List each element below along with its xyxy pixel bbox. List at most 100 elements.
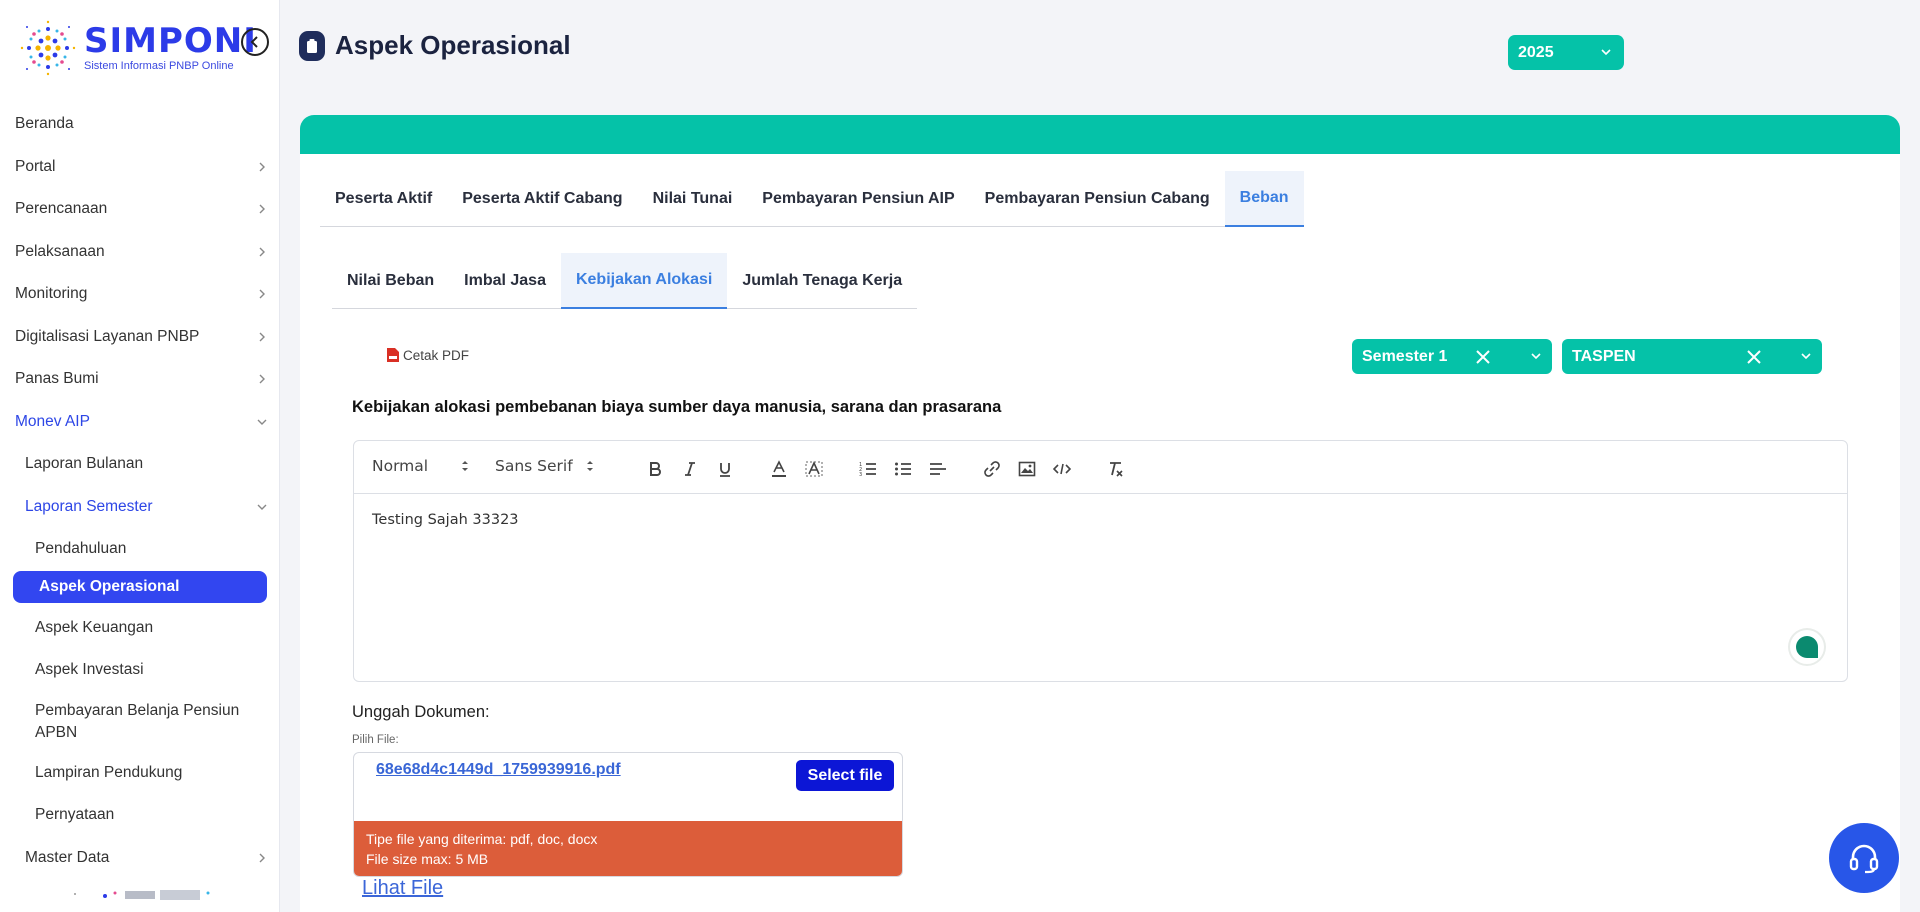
support-chat-button[interactable] [1829,823,1899,893]
link-button[interactable] [981,458,1003,480]
writing-assistant-icon[interactable] [1790,630,1824,664]
chevron-right-icon [259,204,265,214]
brand-subtitle: Sistem Informasi PNBP Online [84,60,234,72]
pdf-file-icon [387,348,399,362]
link-icon [984,461,1000,477]
sidebar-item-portal[interactable]: Portal [0,146,279,189]
tab-peserta-aktif[interactable]: Peserta Aktif [320,171,447,227]
bullet-list-button[interactable] [892,458,914,480]
upload-label: Unggah Dokumen: [352,703,490,721]
align-button[interactable] [927,458,949,480]
updown-icon [462,461,469,471]
semester-select[interactable]: Semester 1 [1352,339,1552,374]
chevron-down-icon [1531,353,1541,360]
tab-imbal-jasa[interactable]: Imbal Jasa [449,253,561,309]
code-button[interactable] [1051,458,1073,480]
view-file-link[interactable]: Lihat File [362,877,443,900]
year-select[interactable]: 2025 [1508,35,1624,70]
sidebar-item-laporan-semester[interactable]: Laporan Semester [0,486,279,529]
tab-pembayaran-pensiun-aip[interactable]: Pembayaran Pensiun AIP [747,171,969,227]
rich-text-editor[interactable]: Normal Sans Serif 123 Testing Sajah 3332… [353,440,1848,682]
bullet-list-icon [895,462,911,476]
text-color-icon [772,460,786,477]
clear-format-button[interactable] [1105,458,1127,480]
sidebar-collapse-button[interactable] [241,28,269,56]
underline-icon [720,463,730,477]
clear-icon[interactable] [1745,348,1763,366]
chevron-down-icon [1801,353,1811,360]
tab-jumlah-tenaga-kerja[interactable]: Jumlah Tenaga Kerja [727,253,917,309]
print-pdf-button[interactable]: Cetak PDF [386,347,469,363]
tab-peserta-aktif-cabang[interactable]: Peserta Aktif Cabang [447,171,637,227]
tab-pembayaran-pensiun-cabang[interactable]: Pembayaran Pensiun Cabang [970,171,1225,227]
sidebar-item-panas-bumi[interactable]: Panas Bumi [0,358,279,401]
image-icon [1018,461,1036,477]
code-icon [1053,463,1071,475]
ordered-list-icon: 123 [859,462,876,477]
file-size-hint: File size max: 5 MB [366,851,489,867]
font-select-value: Sans Serif [495,457,573,475]
sidebar-item-aspek-keuangan[interactable]: Aspek Keuangan [0,607,279,650]
sidebar-item-laporan-bulanan[interactable]: Laporan Bulanan [0,443,279,486]
sidebar-item-label: Laporan Semester [25,497,153,515]
sidebar-menu: Beranda Portal Perencanaan Pelaksanaan M… [0,103,279,880]
entity-select-value: TASPEN [1572,347,1636,365]
page-title: Aspek Operasional [335,30,571,60]
semester-select-value: Semester 1 [1362,347,1448,365]
sidebar-item-label: Aspek Keuangan [35,618,154,636]
chevron-down-icon [257,504,267,510]
image-button[interactable] [1016,458,1038,480]
chevron-right-icon [259,332,265,342]
tab-kebijakan-alokasi[interactable]: Kebijakan Alokasi [560,253,728,309]
sidebar-item-label: Aspek Investasi [35,661,144,679]
sidebar-item-digitalisasi[interactable]: Digitalisasi Layanan PNBP [0,316,279,359]
sidebar-item-label: Lampiran Pendukung [35,763,183,781]
editor-toolbar: Normal Sans Serif 123 [354,441,1847,494]
text-color-button[interactable] [768,458,790,480]
logo-icon [20,20,76,76]
format-select[interactable]: Normal [372,457,470,475]
ordered-list-button[interactable]: 123 [857,458,879,480]
chevron-right-icon [259,162,265,172]
sidebar-item-aspek-operasional[interactable]: Aspek Operasional [13,570,267,603]
sidebar-item-aspek-investasi[interactable]: Aspek Investasi [0,649,279,692]
file-upload-box[interactable]: 68e68d4c1449d_1759939916.pdf Select file… [353,752,903,877]
bold-button[interactable] [644,458,666,480]
highlight-icon [805,461,823,477]
chevron-right-icon [259,247,265,257]
bold-icon [650,462,661,476]
print-pdf-label: Cetak PDF [403,347,470,363]
sidebar-item-monitoring[interactable]: Monitoring [0,273,279,316]
font-select[interactable]: Sans Serif [495,457,595,475]
chevron-left-icon [250,36,258,48]
sidebar-item-label: Panas Bumi [15,370,99,388]
sidebar-item-pembayaran-belanja-pensiun[interactable]: Pembayaran Belanja Pensiun APBN [0,692,279,752]
sidebar-item-perencanaan[interactable]: Perencanaan [0,188,279,231]
tab-nilai-tunai[interactable]: Nilai Tunai [638,171,748,227]
underline-button[interactable] [714,458,736,480]
primary-tabs: Peserta Aktif Peserta Aktif Cabang Nilai… [320,171,1304,227]
sidebar-item-lampiran-pendukung[interactable]: Lampiran Pendukung [0,752,279,795]
clear-icon[interactable] [1474,348,1492,366]
sidebar-item-pernyataan[interactable]: Pernyataan [0,794,279,837]
entity-select[interactable]: TASPEN [1562,339,1822,374]
uploaded-file-link[interactable]: 68e68d4c1449d_1759939916.pdf [376,761,621,779]
tab-beban[interactable]: Beban [1224,171,1304,227]
svg-text:3: 3 [859,472,862,477]
year-select-value: 2025 [1518,43,1554,61]
sidebar-item-label: Laporan Bulanan [25,455,144,473]
sidebar-item-master-data[interactable]: Master Data [0,837,279,880]
background-color-button[interactable] [803,458,825,480]
choose-file-label: Pilih File: [352,734,399,746]
content-card: Peserta Aktif Peserta Aktif Cabang Nilai… [300,115,1900,912]
sidebar-item-pendahuluan[interactable]: Pendahuluan [0,528,279,571]
italic-button[interactable] [679,458,701,480]
sidebar-item-pelaksanaan[interactable]: Pelaksanaan [0,231,279,274]
sidebar-item-monev-aip[interactable]: Monev AIP [0,401,279,444]
brand-logo[interactable]: SIMPONI Sistem Informasi PNBP Online [18,18,257,78]
editor-content[interactable]: Testing Sajah 33323 [354,494,1847,546]
tab-nilai-beban[interactable]: Nilai Beban [332,253,449,309]
italic-icon [685,462,695,476]
select-file-button[interactable]: Select file [796,760,894,791]
sidebar-item-beranda[interactable]: Beranda [0,103,279,146]
